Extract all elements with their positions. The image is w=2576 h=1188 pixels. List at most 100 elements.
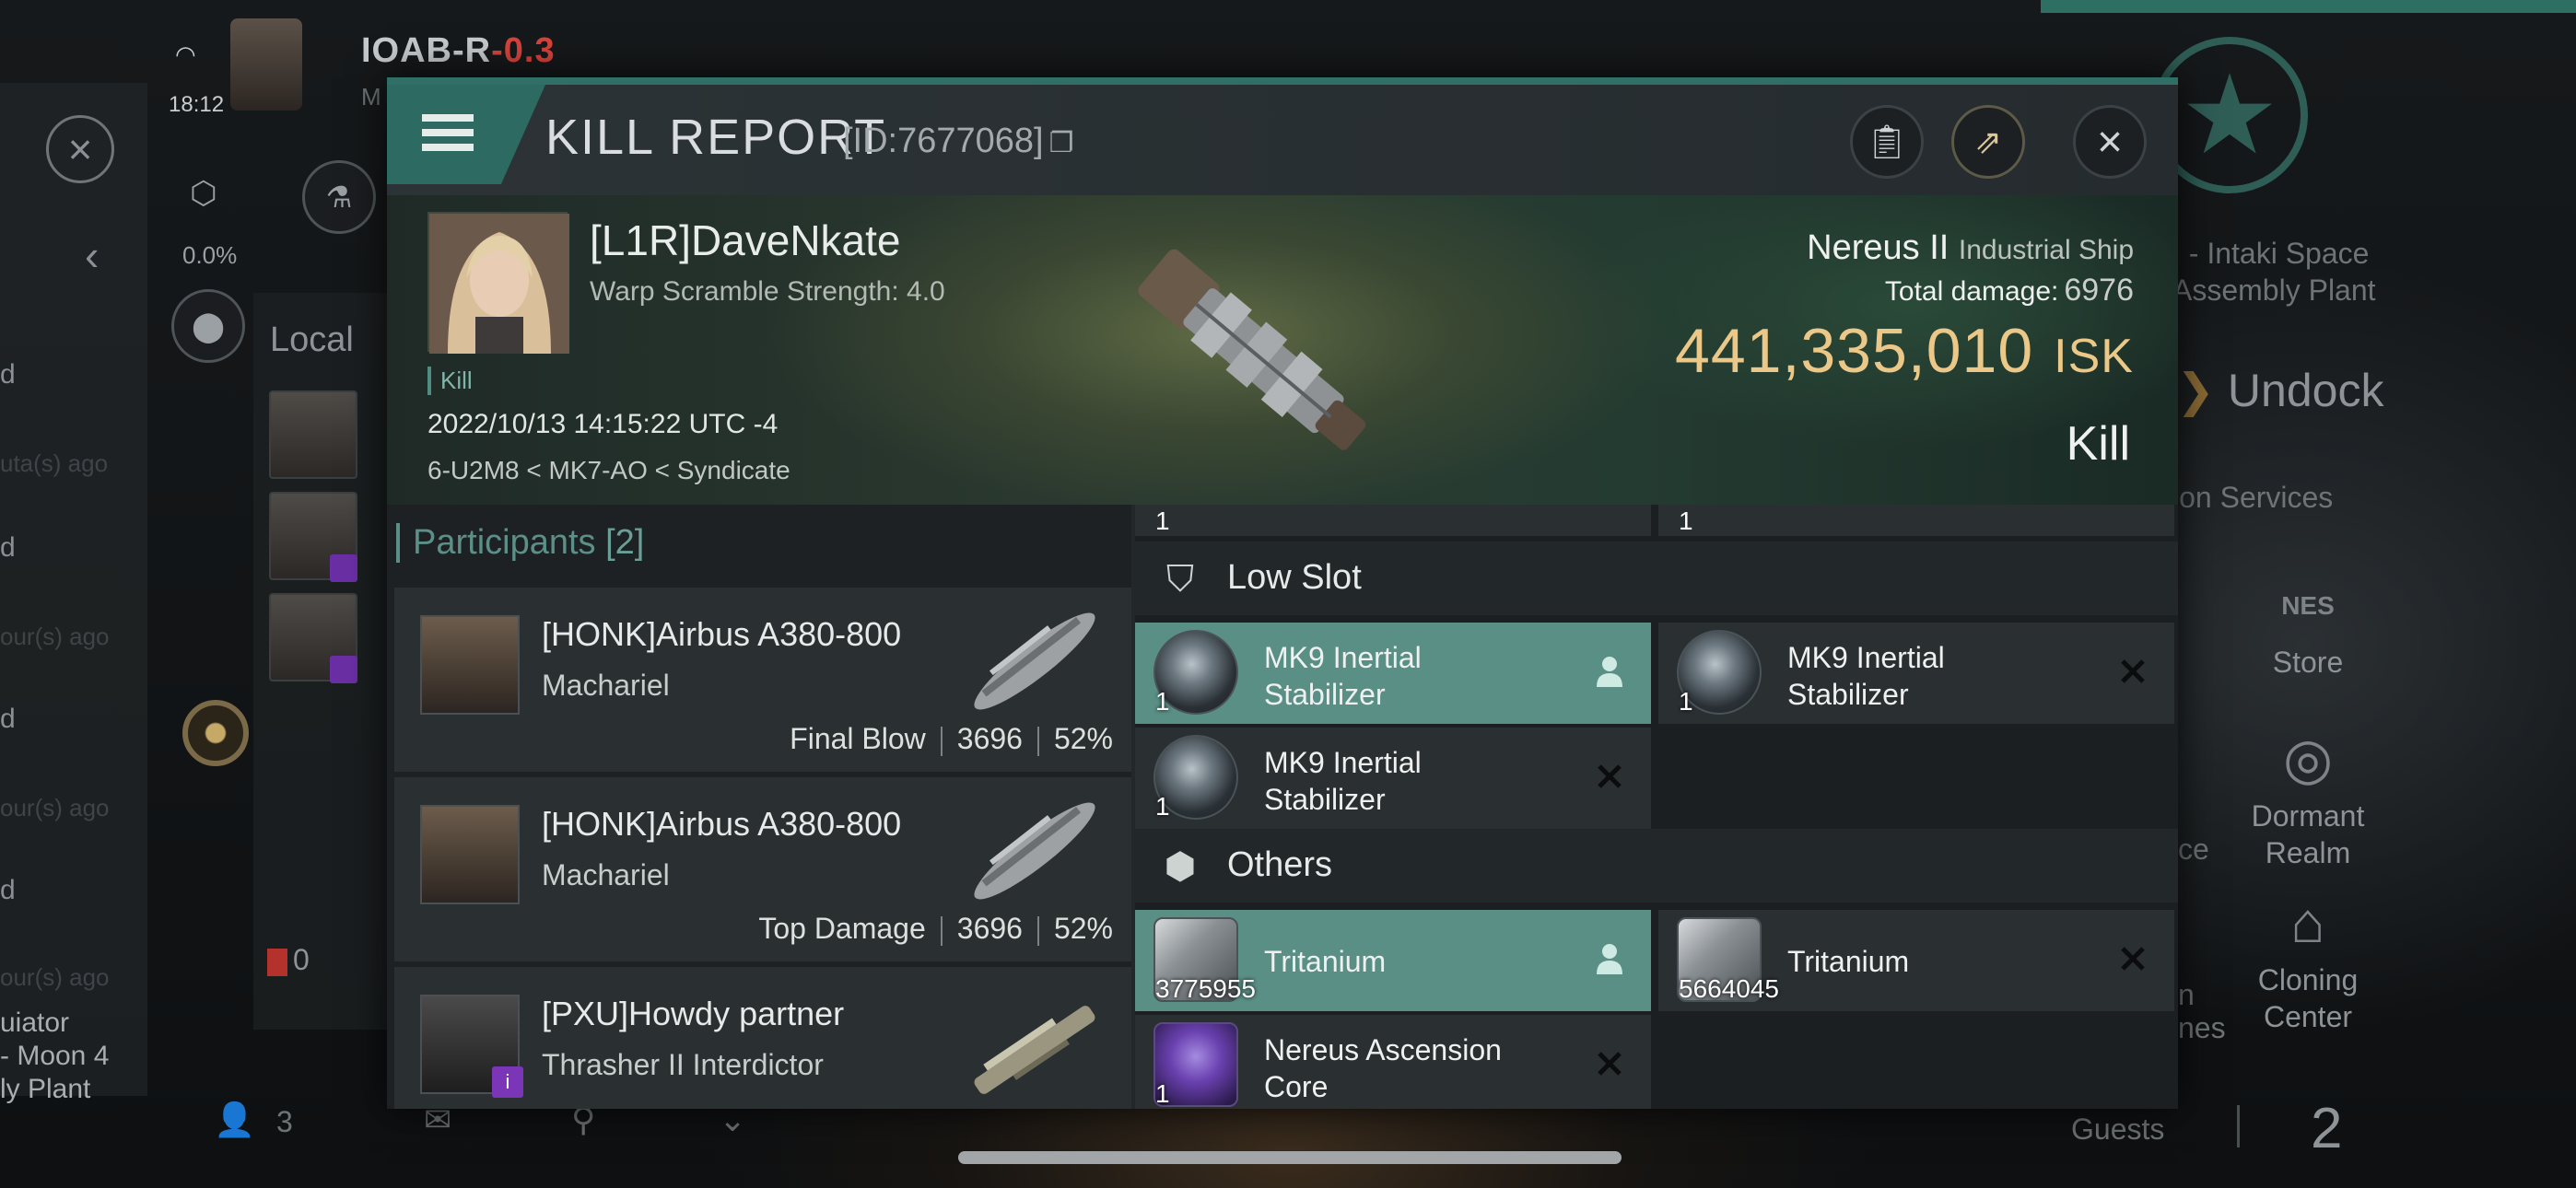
destroyed-x-icon [2112, 938, 2154, 980]
participant-name: [HONK]Airbus A380-800 [542, 805, 902, 843]
station-name: I - Intaki Space Assembly Plant [2172, 237, 2376, 307]
total-damage: Total damage: 6976 [1884, 273, 2134, 308]
status-time: 18:12 [169, 92, 225, 117]
left-ghost-text: our(s) ago [0, 963, 110, 991]
cargo-percent: 0.0% [182, 241, 238, 269]
location-pin-icon[interactable]: ⬤ [171, 289, 245, 363]
guests-label: Guests [2071, 1112, 2165, 1146]
wifi-icon: ◠ [175, 41, 196, 68]
divider [2237, 1105, 2240, 1147]
left-snippet: d [0, 704, 16, 734]
close-icon: × [2096, 117, 2124, 167]
left-snippet: d [0, 532, 16, 563]
others-label: Others [1227, 845, 1333, 884]
target-ring-icon[interactable] [182, 700, 249, 766]
kill-timestamp: 2022/10/13 14:15:22 UTC -4 [427, 409, 779, 439]
cut-off-row: 1 1 [1135, 505, 2178, 536]
alert-count: 0 [267, 943, 310, 977]
item-quantity: 1 [1155, 792, 1170, 821]
kill-location[interactable]: 6-U2M8 < MK7-AO < Syndicate [427, 456, 790, 485]
system-name[interactable]: IOAB-R-0.3 [361, 31, 556, 71]
victim-ship-class: Industrial Ship [1958, 235, 2134, 265]
destroyed-x-icon [1588, 1042, 1631, 1085]
member-badge-icon [330, 554, 357, 582]
system-subtitle: M [361, 83, 381, 111]
kill-tag: Kill [427, 367, 473, 395]
victim-ship-name[interactable]: Nereus II Industrial Ship [1807, 228, 2134, 268]
fitting-panel: 1 1 ⛉ Low Slot 1 MK9 Inertial Stabilizer … [1135, 505, 2178, 1109]
participant-ship-image [974, 612, 1095, 710]
participant-ship: Machariel [542, 858, 670, 891]
undock-arrow-icon: ❯ [2176, 365, 2215, 416]
store-button[interactable]: NES Store [2230, 564, 2386, 681]
participant-portrait[interactable] [420, 805, 520, 904]
clipboard-icon: 📋︎ [1866, 122, 1908, 160]
others-header: ⬢ Others [1135, 829, 2178, 903]
undock-button[interactable]: ❯ Undock [2176, 364, 2383, 417]
item-name: MK9 Inertial Stabilizer [1264, 641, 1422, 711]
fitting-item[interactable]: 1 MK9 Inertial Stabilizer [1135, 623, 1651, 724]
item-name: MK9 Inertial Stabilizer [1264, 746, 1422, 816]
alert-icon [267, 948, 287, 976]
left-snippet: d [0, 875, 16, 905]
participant-ship-image [974, 802, 1095, 900]
dialog-header: KILL REPORT [ID:7677068] ❐ 📋︎ ⇗ × [387, 85, 2178, 195]
participant-name: [PXU]Howdy partner [542, 995, 845, 1032]
partial-service-label: ce [2178, 833, 2209, 866]
participant-row[interactable]: [HONK]Airbus A380-800 Machariel Top Dama… [394, 777, 1131, 961]
station-services-label: ion Services [2172, 481, 2334, 514]
low-slot-icon: ⛉ [1166, 559, 1194, 600]
participant-ship: Thrasher II Interdictor [542, 1048, 824, 1081]
fitting-icon[interactable]: ⚗ [302, 160, 376, 234]
destroyed-x-icon [1588, 755, 1631, 798]
destroyed-x-icon [2112, 650, 2154, 693]
local-chat-label[interactable]: Local [270, 320, 354, 360]
kill-id[interactable]: [ID:7677068] ❐ [843, 122, 1074, 161]
warp-scramble-strength: Warp Scramble Strength: 4.0 [590, 276, 945, 307]
share-button[interactable]: ⇗ [1951, 105, 2025, 179]
left-ghost-text: uta(s) ago [0, 449, 109, 477]
menu-button[interactable] [387, 85, 545, 184]
copy-icon[interactable]: ❐ [1049, 128, 1074, 158]
fitting-item[interactable]: 1 MK9 Inertial Stabilizer [1135, 728, 1651, 829]
cargo-item[interactable]: 3775955 Tritanium [1135, 910, 1651, 1011]
background-top-strip [2041, 0, 2576, 13]
dormant-realm-button[interactable]: ◎ Dormant Realm [2230, 728, 2386, 871]
low-slot-label: Low Slot [1227, 558, 1362, 597]
victim-portrait[interactable] [427, 212, 569, 354]
hamburger-icon [422, 114, 474, 158]
local-member-avatar[interactable] [269, 390, 357, 479]
dialog-title: KILL REPORT [545, 110, 887, 165]
cargo-item[interactable]: 5664045 Tritanium [1658, 910, 2174, 1011]
home-indicator[interactable] [958, 1151, 1622, 1164]
chevron-left-icon[interactable]: ‹ [85, 230, 99, 280]
dormant-realm-icon: ◎ [2282, 728, 2334, 791]
item-quantity: 3775955 [1155, 974, 1257, 1003]
close-button[interactable]: × [2073, 105, 2147, 179]
kill-result: Kill [2066, 417, 2130, 471]
left-bottom-text: ly Plant [0, 1074, 91, 1104]
player-avatar[interactable] [230, 18, 302, 111]
victim-ship-image [1138, 249, 1366, 450]
participant-row[interactable]: [HONK]Airbus A380-800 Machariel Final Bl… [394, 588, 1131, 772]
system-security: -0.3 [491, 31, 556, 70]
victim-name[interactable]: [L1R]DaveNkate [590, 215, 901, 265]
left-close-icon[interactable]: × [46, 115, 114, 183]
cut-off-item[interactable]: 1 [1658, 505, 2174, 536]
item-quantity: 1 [1679, 687, 1693, 716]
cloning-center-button[interactable]: ⌂ Cloning Center [2230, 891, 2386, 1035]
fitting-item[interactable]: 1 MK9 Inertial Stabilizer [1658, 623, 2174, 724]
cargo-icon[interactable]: ⬡ [190, 175, 217, 212]
partial-service-label: nes [2178, 1011, 2226, 1044]
item-quantity: 1 [1155, 687, 1170, 716]
victim-banner: [L1R]DaveNkate Warp Scramble Strength: 4… [387, 195, 2178, 505]
item-name: MK9 Inertial Stabilizer [1787, 641, 1945, 711]
clipboard-button[interactable]: 📋︎ [1850, 105, 1924, 179]
participant-row[interactable]: i [PXU]Howdy partner Thrasher II Interdi… [394, 967, 1131, 1109]
cut-off-item[interactable]: 1 [1135, 505, 1651, 536]
people-icon[interactable]: 👤 [214, 1101, 255, 1139]
dropped-person-icon [1588, 938, 1631, 980]
participant-portrait[interactable] [420, 615, 520, 715]
cargo-item[interactable]: 1 Nereus Ascension Core [1135, 1015, 1651, 1109]
partial-service-label: n [2178, 978, 2195, 1011]
